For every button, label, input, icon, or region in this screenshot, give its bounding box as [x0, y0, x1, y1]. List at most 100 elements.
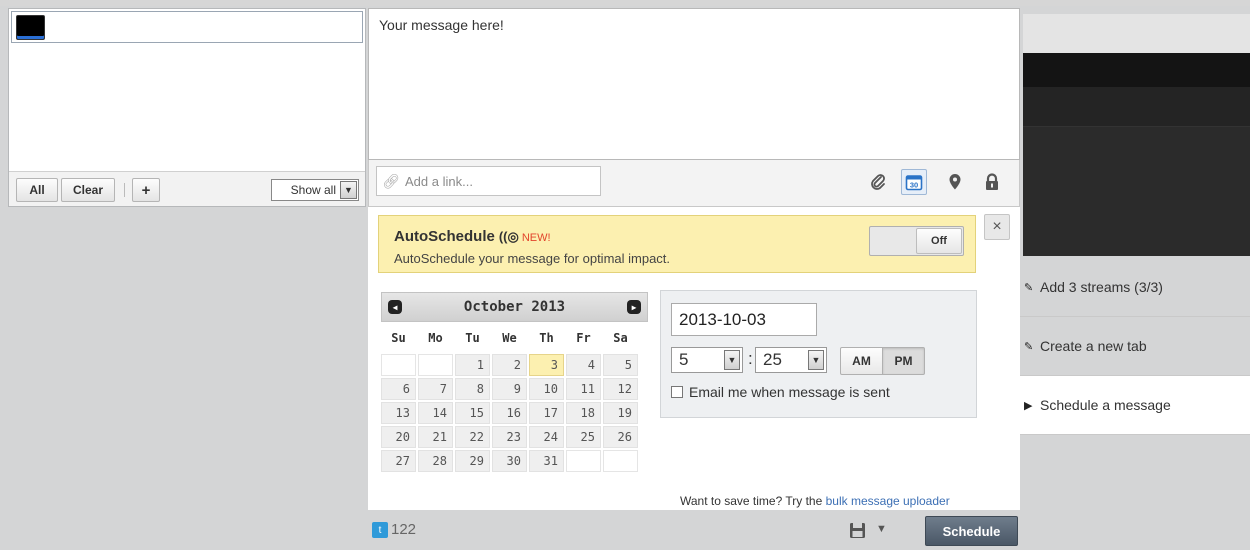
calendar-day[interactable]: 18 — [566, 402, 601, 424]
composer-footer: t 122 ▼ Schedule — [368, 510, 1020, 550]
task-label: Add 3 streams (3/3) — [1040, 279, 1163, 295]
close-icon[interactable]: × — [984, 214, 1010, 240]
calendar-day[interactable]: 2 — [492, 354, 527, 376]
calendar-week: 12345 — [381, 354, 638, 376]
chevron-down-icon[interactable]: ▼ — [808, 350, 824, 370]
calendar-day[interactable]: 25 — [566, 426, 601, 448]
prev-month-icon[interactable]: ◀ — [388, 300, 402, 314]
toggle-knob: Off — [916, 228, 962, 254]
calendar-day[interactable]: 12 — [603, 378, 638, 400]
background-header — [1023, 14, 1250, 53]
email-notify-option[interactable]: Email me when message is sent — [671, 384, 890, 400]
show-filter-value: Show all — [290, 183, 336, 197]
minute-value: 25 — [763, 350, 782, 369]
chevron-down-icon[interactable]: ▼ — [340, 181, 357, 199]
calendar-day[interactable]: 6 — [381, 378, 416, 400]
am-button[interactable]: AM — [840, 347, 883, 375]
calendar-day[interactable]: 31 — [529, 450, 564, 472]
save-draft-icon[interactable] — [847, 520, 867, 540]
minute-select[interactable]: 25 ▼ — [755, 347, 827, 373]
calendar-week: 27 28 29 30 31 — [381, 450, 638, 472]
date-calendar: ◀ October 2013 ▶ Su Mo Tu We Th Fr Sa 12345678… — [381, 292, 648, 474]
top-border — [0, 0, 1250, 6]
clear-button[interactable]: Clear — [61, 178, 115, 202]
task-schedule-message[interactable]: ▶ Schedule a message — [1018, 376, 1250, 435]
calendar-day[interactable]: 7 — [418, 378, 453, 400]
twitter-icon: t — [372, 522, 388, 538]
time-picker: 2013-10-03 5 ▼ : 25 ▼ AM PM Email me whe… — [660, 290, 977, 418]
message-composer: Your message here! 🔗︎ Add a link... 30 A… — [368, 8, 1020, 550]
calendar-day[interactable]: 8 — [455, 378, 490, 400]
calendar-day[interactable]: 29 — [455, 450, 490, 472]
email-checkbox[interactable] — [671, 386, 683, 398]
bulk-uploader-link[interactable]: bulk message uploader — [826, 494, 950, 508]
calendar-day[interactable]: 13 — [381, 402, 416, 424]
pencil-icon: ✎ — [1024, 281, 1034, 294]
calendar-day[interactable]: 15 — [455, 402, 490, 424]
calendar-day[interactable]: 27 — [381, 450, 416, 472]
calendar-icon-day: 30 — [910, 180, 918, 189]
hour-select[interactable]: 5 ▼ — [671, 347, 743, 373]
arrow-right-icon: ▶ — [1024, 399, 1033, 412]
divider — [124, 183, 125, 197]
time-separator: : — [748, 349, 753, 368]
calendar-day[interactable]: 10 — [529, 378, 564, 400]
calendar-day[interactable]: 9 — [492, 378, 527, 400]
calendar-day[interactable]: 30 — [492, 450, 527, 472]
next-month-icon[interactable]: ▶ — [627, 300, 641, 314]
calendar-day[interactable]: 24 — [529, 426, 564, 448]
task-create-tab[interactable]: ✎ Create a new tab — [1018, 317, 1250, 376]
calendar-day[interactable]: 28 — [418, 450, 453, 472]
calendar-day[interactable]: 4 — [566, 354, 601, 376]
schedule-button[interactable]: Schedule — [925, 516, 1018, 546]
message-textarea[interactable]: Your message here! — [368, 8, 1020, 160]
background-band — [1023, 87, 1250, 127]
calendar-day[interactable]: 5 — [603, 354, 638, 376]
calendar-day[interactable]: 19 — [603, 402, 638, 424]
chevron-down-icon[interactable]: ▼ — [724, 350, 740, 370]
link-input[interactable]: 🔗︎ Add a link... — [376, 166, 601, 196]
add-profile-button[interactable]: + — [132, 178, 160, 202]
paperclip-icon[interactable] — [865, 169, 891, 195]
calendar-day[interactable]: 20 — [381, 426, 416, 448]
character-count: 122 — [391, 521, 417, 538]
calendar-day[interactable]: 23 — [492, 426, 527, 448]
calendar-day[interactable]: 21 — [418, 426, 453, 448]
autoschedule-toggle[interactable]: Off — [869, 226, 964, 256]
task-label: Schedule a message — [1040, 397, 1171, 413]
calendar-day[interactable]: 11 — [566, 378, 601, 400]
weekday-header: Fr — [576, 331, 591, 345]
show-filter-select[interactable]: Show all ▼ — [271, 179, 359, 201]
calendar-day[interactable]: 26 — [603, 426, 638, 448]
calendar-day[interactable]: 3 — [529, 354, 564, 376]
calendar-empty-cell — [603, 450, 638, 472]
lock-icon[interactable] — [979, 169, 1005, 195]
autoschedule-title-text: AutoSchedule — [394, 228, 495, 245]
calendar-day[interactable]: 17 — [529, 402, 564, 424]
location-pin-icon[interactable] — [942, 169, 968, 195]
task-add-streams[interactable]: ✎ Add 3 streams (3/3) — [1018, 258, 1250, 317]
calendar-day[interactable]: 1 — [455, 354, 490, 376]
weekday-header: Mo — [428, 331, 443, 345]
calendar-day[interactable]: 16 — [492, 402, 527, 424]
calendar-week: 6 7 8 9 10 11 12 — [381, 378, 638, 400]
select-all-button[interactable]: All — [16, 178, 58, 202]
calendar-header: ◀ October 2013 ▶ — [381, 292, 648, 322]
date-input[interactable]: 2013-10-03 — [671, 303, 817, 336]
weekday-header: Su — [391, 331, 406, 345]
pm-button[interactable]: PM — [882, 347, 925, 375]
pencil-icon: ✎ — [1024, 340, 1034, 353]
calendar-icon[interactable]: 30 — [901, 169, 927, 195]
bulk-hint-text: Want to save time? Try the — [680, 494, 826, 508]
chevron-down-icon[interactable]: ▼ — [876, 523, 887, 535]
calendar-week: 13 14 15 16 17 18 19 — [381, 402, 638, 424]
calendar-empty-cell — [381, 354, 416, 376]
profile-selector-field[interactable] — [11, 11, 363, 43]
calendar-day[interactable]: 14 — [418, 402, 453, 424]
calendar-empty-cell — [418, 354, 453, 376]
calendar-empty-cell — [566, 450, 601, 472]
link-icon: 🔗︎ — [382, 172, 400, 189]
avatar[interactable] — [16, 15, 45, 40]
new-badge: NEW! — [521, 232, 551, 244]
calendar-day[interactable]: 22 — [455, 426, 490, 448]
